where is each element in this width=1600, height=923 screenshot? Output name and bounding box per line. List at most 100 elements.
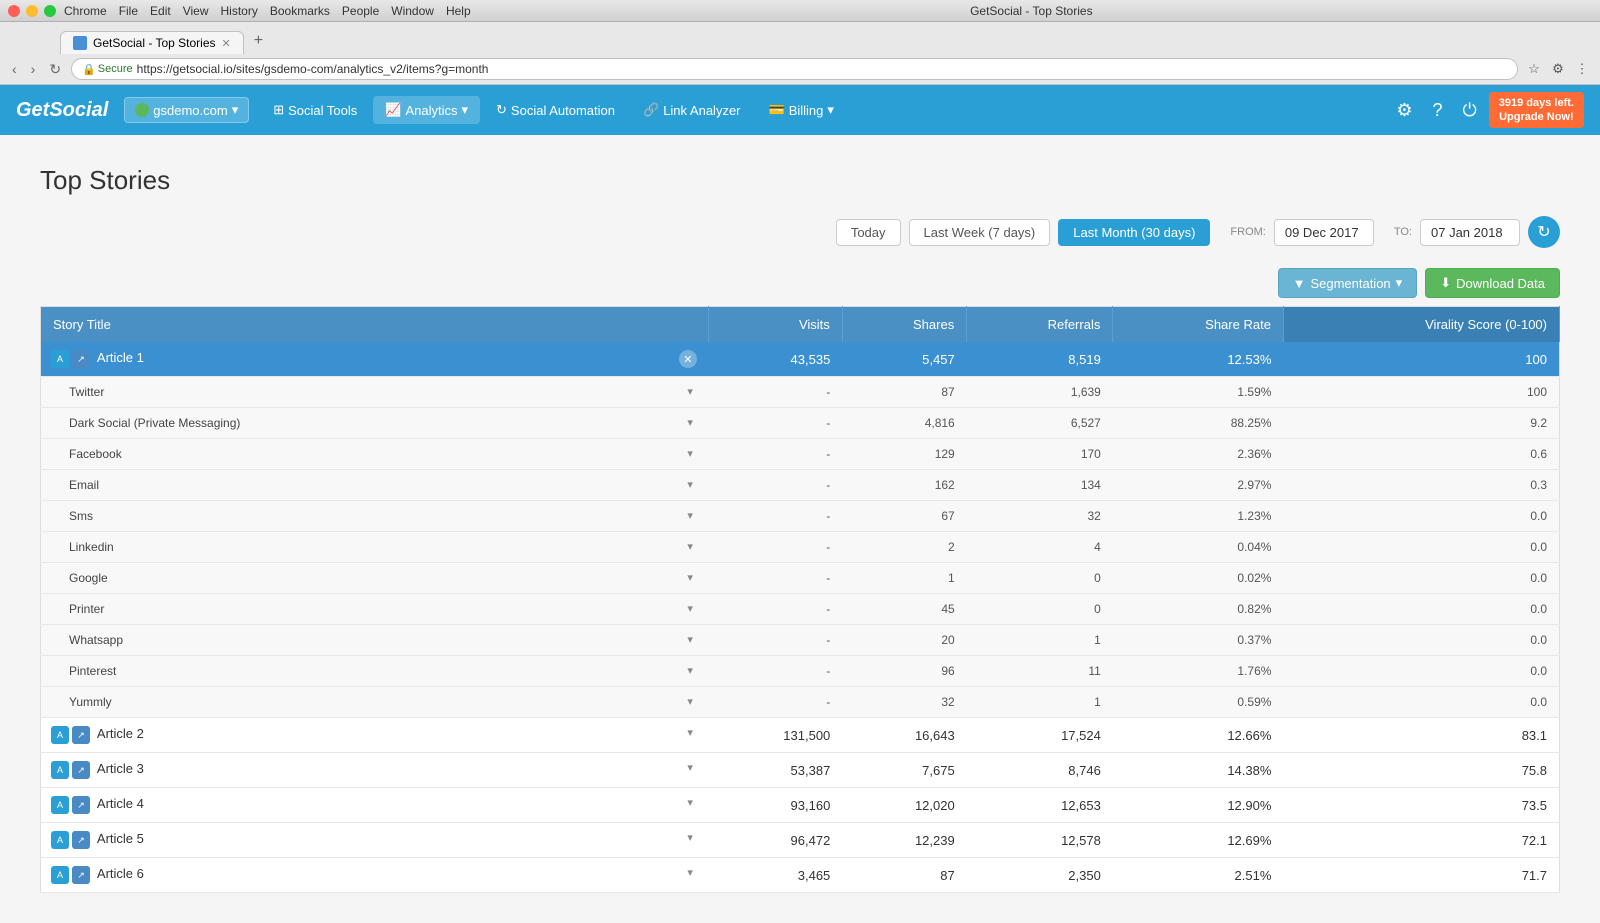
sub-cell-shares: 1 (842, 563, 966, 594)
sub-cell-referrals: 134 (967, 470, 1113, 501)
col-virality: Virality Score (0-100) (1283, 307, 1559, 343)
upgrade-badge[interactable]: 3919 days left. Upgrade Now! (1489, 92, 1584, 129)
sub-row-title: Whatsapp▾ (41, 625, 709, 656)
help-icon[interactable]: ? (1425, 96, 1451, 125)
menu-help[interactable]: Help (446, 4, 471, 18)
table-row[interactable]: A ↗ Article 1 ✕ 43,5355,4578,51912.53%10… (41, 342, 1560, 377)
nav-social-tools[interactable]: ⊞ Social Tools (261, 96, 369, 124)
sub-expand-button[interactable]: ▾ (683, 385, 697, 398)
sub-cell-share_rate: 0.59% (1113, 687, 1284, 718)
mac-menu: Chrome File Edit View History Bookmarks … (64, 4, 471, 18)
menu-chrome[interactable]: Chrome (64, 4, 107, 18)
last-month-button[interactable]: Last Month (30 days) (1058, 219, 1210, 246)
segmentation-button[interactable]: ▼ Segmentation ▾ (1278, 268, 1418, 298)
table-row[interactable]: A ↗ Article 2 ▾ 131,50016,64317,52412.66… (41, 718, 1560, 753)
article-icon-1: A (51, 831, 69, 849)
from-date-input[interactable]: 09 Dec 2017 (1274, 219, 1374, 246)
active-tab[interactable]: GetSocial - Top Stories ✕ (60, 31, 244, 54)
sub-cell-shares: 129 (842, 439, 966, 470)
maximize-button[interactable] (44, 5, 56, 17)
expand-button[interactable]: ▾ (683, 726, 697, 739)
more-icon[interactable]: ⋮ (1572, 59, 1592, 79)
sub-cell-visits: - (709, 501, 842, 532)
menu-bookmarks[interactable]: Bookmarks (270, 4, 330, 18)
sub-cell-visits: - (709, 470, 842, 501)
browser-icons: ☆ ⚙ ⋮ (1524, 59, 1592, 79)
refresh-button[interactable]: ↻ (1528, 216, 1560, 248)
data-table: Story Title Visits Shares Referrals Shar… (40, 306, 1560, 893)
menu-file[interactable]: File (119, 4, 138, 18)
site-name: gsdemo.com (153, 103, 227, 118)
reload-button[interactable]: ↻ (45, 59, 65, 80)
article-title: Article 6 (97, 866, 144, 881)
sub-expand-button[interactable]: ▾ (683, 447, 697, 460)
download-button[interactable]: ⬇ Download Data (1425, 268, 1560, 298)
sub-expand-button[interactable]: ▾ (683, 633, 697, 646)
sub-expand-button[interactable]: ▾ (683, 571, 697, 584)
new-tab-button[interactable]: + (246, 28, 271, 54)
sub-cell-referrals: 11 (967, 656, 1113, 687)
sub-expand-button[interactable]: ▾ (683, 416, 697, 429)
sub-title-text: Sms (69, 509, 93, 523)
cell-share_rate: 12.53% (1113, 342, 1284, 377)
sub-title-text: Email (69, 478, 99, 492)
power-icon[interactable]: ⏻ (1455, 96, 1485, 125)
last-week-button[interactable]: Last Week (7 days) (909, 219, 1051, 246)
cell-visits: 93,160 (709, 788, 842, 823)
sub-row: Email▾-1621342.97%0.3 (41, 470, 1560, 501)
menu-edit[interactable]: Edit (150, 4, 171, 18)
collapse-button[interactable]: ✕ (679, 350, 697, 368)
expand-button[interactable]: ▾ (683, 761, 697, 774)
nav-billing[interactable]: 💳 Billing ▾ (757, 96, 846, 124)
back-button[interactable]: ‹ (8, 59, 21, 79)
sub-expand-button[interactable]: ▾ (683, 695, 697, 708)
minimize-button[interactable] (26, 5, 38, 17)
expand-button[interactable]: ▾ (683, 866, 697, 879)
sub-row-title: Google▾ (41, 563, 709, 594)
article-icons: A ↗ (51, 726, 90, 744)
close-button[interactable] (8, 5, 20, 17)
to-date-input[interactable]: 07 Jan 2018 (1420, 219, 1520, 246)
menu-people[interactable]: People (342, 4, 379, 18)
site-selector[interactable]: gsdemo.com ▾ (124, 97, 249, 123)
table-row[interactable]: A ↗ Article 6 ▾ 3,465872,3502.51%71.7 (41, 858, 1560, 893)
sub-cell-virality: 0.0 (1283, 532, 1559, 563)
today-button[interactable]: Today (836, 219, 901, 246)
sub-cell-referrals: 0 (967, 594, 1113, 625)
nav-social-automation[interactable]: ↻ Social Automation (484, 96, 627, 124)
cell-virality: 72.1 (1283, 823, 1559, 858)
table-row[interactable]: A ↗ Article 3 ▾ 53,3877,6758,74614.38%75… (41, 753, 1560, 788)
sub-expand-button[interactable]: ▾ (683, 602, 697, 615)
expand-button[interactable]: ▾ (683, 831, 697, 844)
col-shares: Shares (842, 307, 966, 343)
link-analyzer-icon: 🔗 (643, 102, 659, 118)
sub-expand-button[interactable]: ▾ (683, 478, 697, 491)
forward-button[interactable]: › (27, 59, 40, 79)
nav-link-analyzer[interactable]: 🔗 Link Analyzer (631, 96, 753, 124)
extensions-icon[interactable]: ⚙ (1548, 59, 1568, 79)
settings-icon[interactable]: ⚙ (1388, 96, 1420, 125)
bookmark-icon[interactable]: ☆ (1524, 59, 1544, 79)
address-bar[interactable]: 🔒 Secure https://getsocial.io/sites/gsde… (71, 58, 1518, 80)
nav-analytics[interactable]: 📈 Analytics ▾ (373, 96, 480, 124)
menu-window[interactable]: Window (391, 4, 434, 18)
table-row[interactable]: A ↗ Article 5 ▾ 96,47212,23912,57812.69%… (41, 823, 1560, 858)
tab-close-button[interactable]: ✕ (222, 37, 231, 50)
article-share-icon: ↗ (72, 726, 90, 744)
expand-button[interactable]: ▾ (683, 796, 697, 809)
menu-history[interactable]: History (221, 4, 258, 18)
article-share-icon: ↗ (72, 866, 90, 884)
sub-cell-referrals: 32 (967, 501, 1113, 532)
sub-cell-shares: 4,816 (842, 408, 966, 439)
table-row[interactable]: A ↗ Article 4 ▾ 93,16012,02012,65312.90%… (41, 788, 1560, 823)
menu-view[interactable]: View (183, 4, 209, 18)
sub-expand-button[interactable]: ▾ (683, 540, 697, 553)
upgrade-line2: Upgrade Now! (1499, 110, 1574, 124)
sub-cell-share_rate: 0.37% (1113, 625, 1284, 656)
article-title: Article 3 (97, 761, 144, 776)
sub-expand-button[interactable]: ▾ (683, 664, 697, 677)
tab-favicon (73, 36, 87, 50)
cell-referrals: 17,524 (967, 718, 1113, 753)
download-label: Download Data (1456, 276, 1545, 291)
sub-expand-button[interactable]: ▾ (683, 509, 697, 522)
